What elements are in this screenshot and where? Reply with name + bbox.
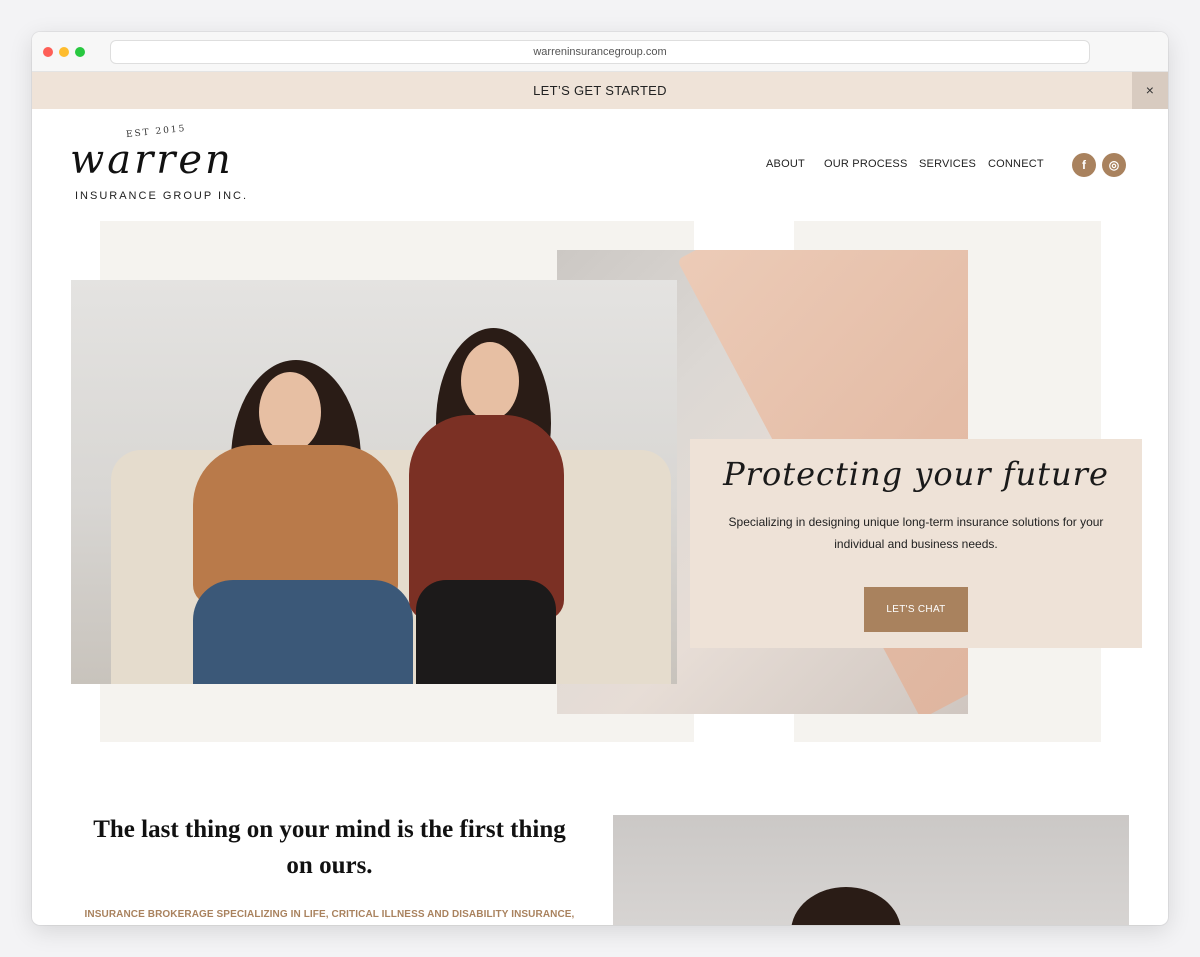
nav-item-connect[interactable]: CONNECT: [988, 158, 1044, 170]
minimize-window-button[interactable]: [59, 47, 69, 57]
announcement-banner[interactable]: LET’S GET STARTED ×: [32, 72, 1168, 109]
team-photo: [71, 280, 677, 684]
hero-description: Specializing in designing unique long-te…: [728, 515, 1104, 551]
section-subheadline: INSURANCE BROKERAGE SPECIALIZING IN LIFE…: [84, 909, 575, 920]
logo-subtitle: INSURANCE GROUP INC.: [75, 190, 249, 202]
person-right-pants: [416, 580, 556, 684]
hero-card: Protecting your future Specializing in d…: [690, 439, 1142, 648]
section-headline: The last thing on your mind is the first…: [93, 816, 566, 879]
person-left-jeans: [193, 580, 413, 684]
maximize-window-button[interactable]: [75, 47, 85, 57]
close-window-button[interactable]: [43, 47, 53, 57]
portrait-hair: [791, 887, 901, 925]
nav-item-our-process[interactable]: OUR PROCESS: [824, 158, 908, 170]
site-logo[interactable]: EST 2015 warren INSURANCE GROUP INC.: [70, 124, 250, 207]
facebook-icon[interactable]: f: [1072, 153, 1096, 177]
banner-text[interactable]: LET’S GET STARTED: [533, 83, 667, 98]
lets-chat-button[interactable]: LET'S CHAT: [864, 587, 968, 632]
nav-item-services[interactable]: SERVICES: [919, 158, 976, 170]
person-right-face: [461, 342, 519, 420]
browser-window: warreninsurancegroup.com LET’S GET START…: [32, 32, 1168, 925]
instagram-icon[interactable]: ◎: [1102, 153, 1126, 177]
close-icon[interactable]: ×: [1132, 72, 1168, 109]
portrait-photo: [613, 815, 1129, 925]
nav-item-about[interactable]: ABOUT: [766, 158, 805, 170]
address-bar[interactable]: warreninsurancegroup.com: [110, 40, 1090, 64]
hero-title: Protecting your future: [723, 455, 1109, 493]
logo-wordmark: warren: [70, 137, 234, 183]
person-left-face: [259, 372, 321, 452]
browser-chrome: warreninsurancegroup.com: [32, 32, 1168, 72]
